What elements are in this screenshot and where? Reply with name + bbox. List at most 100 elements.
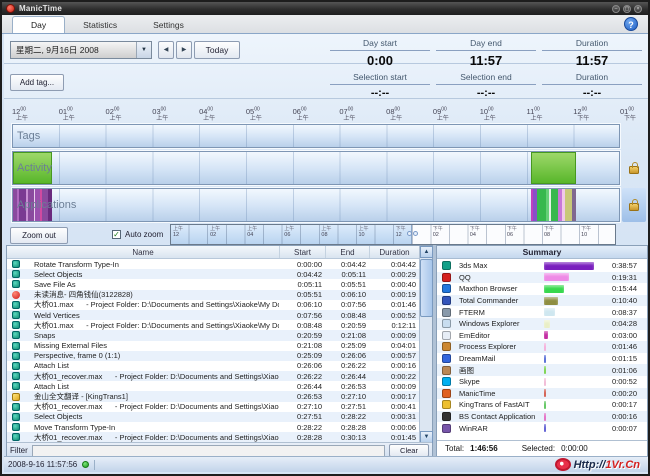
table-row[interactable]: 未读消息- 四角钱仙(3122828)0:05:510:06:100:00:19: [7, 290, 420, 300]
table-row[interactable]: 大桥01_recover.max - Project Folder: D:\Do…: [7, 371, 420, 381]
chevron-down-icon[interactable]: ▼: [136, 42, 151, 58]
summary-row[interactable]: Skype0:00:52: [437, 376, 647, 388]
tab-settings[interactable]: Settings: [135, 16, 202, 33]
column-start[interactable]: Start: [280, 246, 326, 258]
table-row[interactable]: Attach List0:26:060:26:220:00:16: [7, 361, 420, 371]
max-app-icon: [12, 403, 20, 411]
dreammail-icon: [442, 354, 451, 363]
summary-panel: Summary 3ds Max0:38:57QQ0:19:31Maxthon B…: [436, 245, 648, 459]
max-app-icon: [12, 321, 20, 329]
hour-label: 0900上午: [433, 106, 479, 123]
maximize-button[interactable]: ▢: [623, 5, 631, 13]
activity-block[interactable]: [531, 152, 576, 184]
day-stats: Day start 0:00 Day end 11:57 Duration 11…: [330, 38, 642, 68]
summary-row[interactable]: EmEditor0:03:00: [437, 330, 647, 342]
table-row[interactable]: Save File As0:05:110:05:510:00:40: [7, 279, 420, 289]
table-row[interactable]: Missing External Files0:21:080:25:090:04…: [7, 341, 420, 351]
table-row[interactable]: Select Objects0:04:420:05:110:00:29: [7, 269, 420, 279]
summary-duration: 0:01:46: [597, 342, 637, 351]
table-row[interactable]: 大桥01.max - Project Folder: D:\Documents …: [7, 300, 420, 310]
max-app-icon: [12, 352, 20, 360]
row-name: Select Objects: [34, 412, 279, 421]
date-picker[interactable]: 星期二, 9月16日 2008 ▼: [10, 41, 152, 59]
table-row[interactable]: Move Transform Type-In0:28:220:28:280:00…: [7, 422, 420, 432]
tab-strip: Day Statistics Settings ?: [2, 15, 648, 34]
scroll-up-icon[interactable]: ▲: [420, 246, 433, 258]
hour-label: 1000上午: [480, 106, 526, 123]
timeline-row-activity[interactable]: Activity: [12, 151, 620, 185]
table-row[interactable]: Weld Vertices0:07:560:08:480:00:52: [7, 310, 420, 320]
add-tag-button[interactable]: Add tag...: [10, 74, 64, 91]
applications-row-label: Applications: [17, 199, 76, 211]
minimize-button[interactable]: –: [612, 5, 620, 13]
row-duration: 0:01:46: [370, 300, 416, 309]
scrollbar-thumb[interactable]: [420, 259, 433, 317]
row-end: 0:30:13: [326, 433, 366, 442]
table-row[interactable]: 大桥01_recover.max - Project Folder: D:\Do…: [7, 432, 420, 442]
table-row[interactable]: Snaps0:20:590:21:080:00:09: [7, 330, 420, 340]
table-row[interactable]: 大桥01.max - Project Folder: D:\Documents …: [7, 320, 420, 330]
summary-row[interactable]: KingTrans of FastAIT0:00:17: [437, 399, 647, 411]
column-duration[interactable]: Duration: [370, 246, 420, 258]
hour-label: 0600上午: [293, 106, 339, 123]
max-app-icon: [12, 433, 20, 441]
summary-row[interactable]: Process Explorer0:01:46: [437, 341, 647, 353]
row-end: 0:26:06: [326, 351, 366, 360]
tab-day[interactable]: Day: [12, 16, 65, 33]
today-button[interactable]: Today: [194, 41, 240, 59]
timeline-row-applications[interactable]: Applications: [12, 188, 620, 222]
summary-row[interactable]: BS Contact Application0:00:16: [437, 411, 647, 423]
summary-bar: [544, 343, 546, 351]
row-duration: 0:04:01: [370, 341, 416, 350]
summary-row[interactable]: Total Commander0:10:40: [437, 295, 647, 307]
filter-input[interactable]: [32, 445, 385, 457]
prev-day-button[interactable]: ◀: [158, 41, 174, 59]
table-row[interactable]: 大桥01_recover.max - Project Folder: D:\Do…: [7, 402, 420, 412]
row-end: 0:26:22: [326, 361, 366, 370]
max-app-icon: [12, 331, 20, 339]
applications-lock[interactable]: [622, 188, 646, 222]
next-day-button[interactable]: ▶: [176, 41, 192, 59]
table-scrollbar[interactable]: ▲ ▼: [419, 246, 432, 443]
table-row[interactable]: Rotate Transform Type-In0:00:000:04:420:…: [7, 259, 420, 269]
summary-row[interactable]: DreamMail0:01:15: [437, 353, 647, 365]
summary-duration: 0:00:17: [597, 400, 637, 409]
summary-row[interactable]: 画图0:01:06: [437, 364, 647, 376]
summary-row[interactable]: WinRAR0:00:07: [437, 422, 647, 434]
auto-zoom-checkbox[interactable]: ✓: [112, 230, 121, 239]
lock-icon: [629, 166, 639, 174]
row-start: 0:08:48: [280, 321, 322, 330]
summary-app-name: BS Contact Application: [459, 412, 543, 421]
overview-strip[interactable]: 上午12上午02上午04上午06上午08上午10下午12下午02下午04下午06…: [170, 224, 616, 245]
table-row[interactable]: Select Objects0:27:510:28:220:00:31: [7, 412, 420, 422]
summary-row[interactable]: FTERM0:08:37: [437, 306, 647, 318]
table-row[interactable]: Attach List0:26:440:26:530:00:09: [7, 381, 420, 391]
selection-stats: Selection start --:-- Selection end --:-…: [330, 72, 642, 99]
max-app-icon: [12, 362, 20, 370]
summary-row[interactable]: Maxthon Browser0:15:44: [437, 283, 647, 295]
column-end[interactable]: End: [326, 246, 370, 258]
help-icon[interactable]: ?: [624, 17, 638, 31]
summary-row[interactable]: QQ0:19:31: [437, 272, 647, 284]
table-row[interactable]: Perspective, frame 0 (1:1)0:25:090:26:06…: [7, 351, 420, 361]
activity-lock[interactable]: [622, 151, 646, 185]
summary-row[interactable]: Windows Explorer0:04:28: [437, 318, 647, 330]
summary-row[interactable]: ManicTime0:00:20: [437, 388, 647, 400]
watermark-site: 1Vr.Cn: [605, 459, 640, 471]
applications-block[interactable]: [531, 189, 576, 221]
row-duration: 0:00:40: [370, 280, 416, 289]
maxthon-browser-icon: [442, 284, 451, 293]
tab-statistics[interactable]: Statistics: [65, 16, 135, 33]
summary-row[interactable]: 3ds Max0:38:57: [437, 260, 647, 272]
row-duration: 0:00:19: [370, 290, 416, 299]
row-duration: 0:00:52: [370, 311, 416, 320]
close-button[interactable]: ×: [634, 5, 642, 13]
table-row[interactable]: 金山全文翻译 - [KingTrans1]0:26:530:27:100:00:…: [7, 391, 420, 401]
table-header: Name Start End Duration: [7, 246, 432, 259]
selected-label: Selected:: [522, 444, 555, 453]
timeline-row-tags[interactable]: Tags: [12, 124, 620, 148]
overview-label: 上午02: [210, 226, 240, 238]
zoom-out-button[interactable]: Zoom out: [10, 227, 68, 244]
column-name[interactable]: Name: [7, 246, 280, 258]
overview-label: 下午10: [581, 226, 611, 238]
